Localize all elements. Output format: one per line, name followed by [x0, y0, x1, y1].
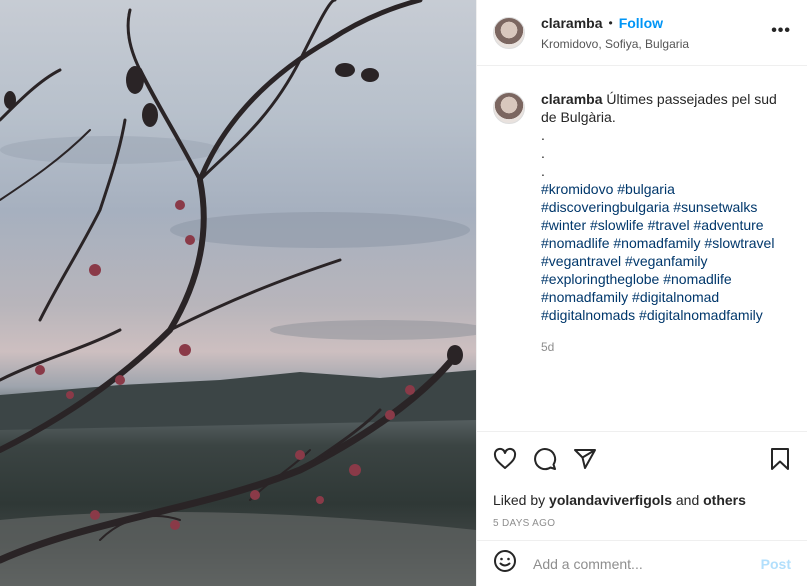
action-bar: Liked by yolandaviverfigols and others 5…: [477, 431, 807, 529]
hashtag-line[interactable]: #nomadlife #nomadfamily #slowtravel: [541, 234, 791, 252]
post-date[interactable]: 5 DAYS AGO: [493, 518, 791, 529]
comment-input[interactable]: [531, 554, 761, 573]
caption-username[interactable]: claramba: [541, 91, 602, 107]
liked-by-user[interactable]: yolandaviverfigols: [549, 492, 672, 508]
caption-time[interactable]: 5d: [541, 338, 791, 356]
hashtags[interactable]: #kromidovo #bulgaria #discoveringbulgari…: [541, 180, 791, 324]
heart-icon[interactable]: [493, 447, 517, 471]
bookmark-icon[interactable]: [769, 447, 791, 471]
hashtag-line[interactable]: #kromidovo #bulgaria: [541, 180, 791, 198]
post-comment-button[interactable]: Post: [761, 556, 791, 572]
post-photo[interactable]: [0, 0, 476, 586]
more-options-icon[interactable]: •••: [771, 22, 791, 40]
photo-branches: [0, 0, 476, 586]
location-link[interactable]: Kromidovo, Sofiya, Bulgaria: [541, 37, 689, 51]
follow-button[interactable]: Follow: [619, 15, 663, 31]
liked-by-others[interactable]: others: [703, 492, 746, 508]
post-header: claramba • Follow Kromidovo, Sofiya, Bul…: [477, 0, 807, 66]
hashtag-line[interactable]: #discoveringbulgaria #sunsetwalks: [541, 198, 791, 216]
comment-icon[interactable]: [533, 447, 557, 471]
share-icon[interactable]: [573, 447, 597, 471]
emoji-icon[interactable]: [493, 549, 517, 578]
hashtag-line[interactable]: #nomadfamily #digitalnomad: [541, 288, 791, 306]
likes-summary: Liked by yolandaviverfigols and others: [493, 492, 746, 508]
hashtag-line[interactable]: #vegantravel #veganfamily: [541, 252, 791, 270]
caption-dots: . . .: [541, 127, 545, 179]
post-panel: claramba • Follow Kromidovo, Sofiya, Bul…: [476, 0, 807, 586]
hashtag-line[interactable]: #winter #slowlife #travel #adventure: [541, 216, 791, 234]
hashtag-line[interactable]: #digitalnomads #digitalnomadfamily: [541, 306, 791, 324]
comment-bar: Post: [477, 540, 807, 586]
caption-avatar[interactable]: [493, 92, 525, 124]
caption: claramba Últimes passejades pel sud de B…: [477, 66, 807, 356]
username-link[interactable]: claramba: [541, 15, 602, 31]
hashtag-line[interactable]: #exploringtheglobe #nomadlife: [541, 270, 791, 288]
avatar[interactable]: [493, 16, 525, 49]
separator-dot: •: [608, 15, 613, 30]
